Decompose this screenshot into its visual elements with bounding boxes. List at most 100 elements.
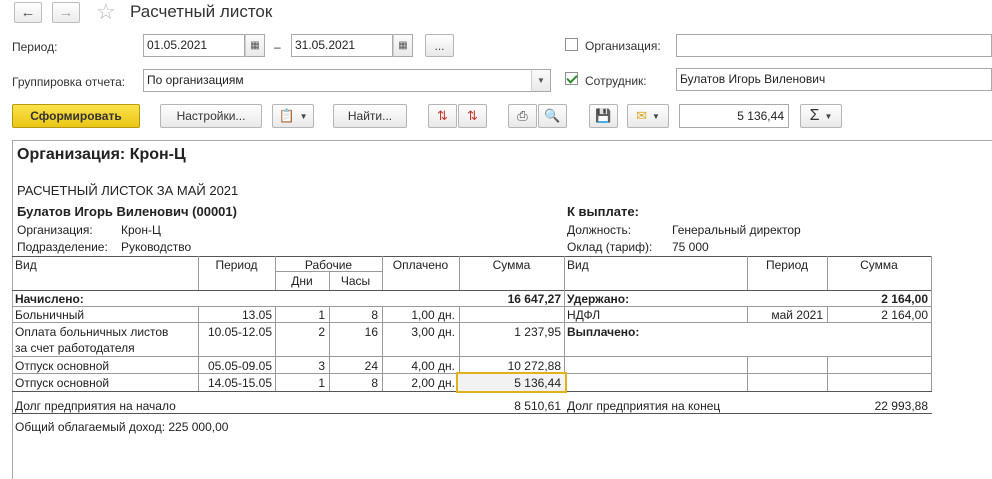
selection-sum-field: 5 136,44 (679, 104, 789, 128)
settings-button[interactable]: Настройки... (160, 104, 262, 128)
col-header-sum-right: Сумма (860, 258, 898, 272)
withheld-label: Удержано: (567, 292, 630, 306)
employee-checkbox[interactable] (565, 72, 578, 85)
info-position-label: Должность: (567, 223, 632, 237)
print-button[interactable]: ⎙ (508, 104, 537, 128)
info-position-value: Генеральный директор (672, 223, 801, 237)
sort-descending-button[interactable]: ⇅ (428, 104, 457, 128)
col-header-hours: Часы (340, 274, 371, 288)
send-email-button[interactable]: ✉ ▼ (627, 104, 669, 128)
calendar-icon: ▦ (398, 40, 408, 51)
period-from-calendar-button[interactable]: ▦ (245, 34, 265, 57)
print-preview-icon: 🔍 (544, 108, 561, 123)
withholding-kind: НДФЛ (567, 308, 601, 322)
clipboard-icon: 📋 (278, 108, 295, 123)
col-header-period-right: Период (765, 258, 809, 272)
debt-end-value: 22 993,88 (874, 399, 928, 413)
accrual-kind-line2: за счет работодателя (15, 341, 135, 355)
accrual-days: 1 (318, 308, 325, 322)
period-label: Период: (12, 40, 58, 54)
info-department-label: Подразделение: (17, 240, 108, 254)
envelope-icon: ✉ (636, 108, 647, 123)
arrow-right-icon: → (58, 4, 74, 21)
accrual-kind: Отпуск основной (15, 359, 110, 373)
accrual-hours: 24 (364, 359, 378, 373)
organization-checkbox[interactable] (565, 38, 578, 51)
employee-name: Булатов Игорь Виленович (00001) (17, 204, 237, 219)
accrual-hours: 16 (364, 325, 378, 339)
period-to-input[interactable]: 31.05.2021 (291, 34, 393, 57)
calendar-icon: ▦ (250, 40, 260, 51)
accrual-days: 3 (318, 359, 325, 373)
sum-mode-button[interactable]: Σ ▼ (800, 104, 842, 128)
generate-button[interactable]: Сформировать (12, 104, 140, 128)
preview-button[interactable]: 🔍 (538, 104, 567, 128)
grouping-select[interactable]: По организациям (143, 69, 532, 92)
col-header-working: Рабочие (304, 258, 353, 272)
employee-label: Сотрудник: (585, 74, 647, 88)
report-title: РАСЧЕТНЫЙ ЛИСТОК ЗА МАЙ 2021 (17, 183, 239, 198)
back-button[interactable]: ← (14, 2, 42, 23)
sigma-icon: Σ (809, 107, 820, 124)
accrual-sum: 5 136,44 (514, 376, 561, 390)
forward-button[interactable]: → (52, 2, 80, 23)
debt-start-label: Долг предприятия на начало (15, 399, 176, 413)
period-dash: – (274, 40, 281, 54)
arrow-left-icon: ← (20, 4, 36, 21)
accrual-period: 05.05-09.05 (207, 359, 272, 373)
accrued-total: 16 647,27 (507, 292, 561, 306)
accrued-label: Начислено: (15, 292, 84, 306)
accrual-period: 14.05-15.05 (207, 376, 272, 390)
accrual-kind: Больничный (15, 308, 85, 322)
col-header-sum: Сумма (492, 258, 531, 272)
col-header-kind: Вид (15, 258, 37, 272)
to-pay-label: К выплате: (567, 204, 639, 219)
col-header-period: Период (215, 258, 258, 272)
withholding-period: май 2021 (771, 308, 823, 322)
star-icon[interactable]: ☆ (96, 0, 116, 24)
col-divider (827, 356, 828, 391)
info-organization-value: Крон-Ц (121, 223, 161, 237)
col-header-kind-right: Вид (567, 258, 589, 272)
info-salary-value: 75 000 (672, 240, 709, 254)
accrual-paid: 3,00 дн. (411, 325, 455, 339)
save-button[interactable]: 💾 (589, 104, 618, 128)
debt-bottom-border (12, 413, 932, 414)
accrual-kind: Оплата больничных листов (15, 325, 169, 339)
period-to-calendar-button[interactable]: ▦ (393, 34, 413, 57)
period-select-button[interactable]: ... (425, 34, 454, 57)
info-organization-label: Организация: (17, 223, 93, 237)
accrual-paid: 4,00 дн. (411, 359, 455, 373)
report-organization-heading: Организация: Крон-Ц (17, 146, 186, 163)
row-divider (12, 322, 932, 323)
find-button[interactable]: Найти... (333, 104, 407, 128)
col-divider (564, 256, 565, 391)
grouping-dropdown-button[interactable]: ▼ (531, 69, 551, 92)
row-divider (12, 306, 932, 307)
accrual-sum: 10 272,88 (507, 359, 561, 373)
employee-input[interactable]: Булатов Игорь Виленович (676, 68, 992, 91)
accrual-paid: 1,00 дн. (411, 308, 455, 322)
row-divider (12, 356, 932, 357)
organization-label: Организация: (585, 39, 661, 53)
col-header-days: Дни (291, 274, 313, 288)
accrual-period: 13.05 (241, 308, 272, 322)
organization-input[interactable] (676, 34, 992, 57)
col-divider (931, 256, 932, 391)
info-salary-label: Оклад (тариф): (567, 240, 653, 254)
withholding-sum: 2 164,00 (881, 308, 928, 322)
accrual-kind: Отпуск основной (15, 376, 110, 390)
debt-end-label: Долг предприятия на конец (567, 399, 721, 413)
info-department-value: Руководство (121, 240, 192, 254)
accrual-days: 2 (318, 325, 325, 339)
period-from-input[interactable]: 01.05.2021 (143, 34, 245, 57)
printer-icon: ⎙ (517, 108, 528, 123)
accrual-hours: 8 (371, 308, 378, 322)
chevron-down-icon: ▼ (299, 111, 308, 121)
chevron-down-icon: ▼ (537, 76, 545, 85)
taxable-income: Общий облагаемый доход: 225 000,00 (15, 420, 229, 434)
table-top-border (12, 256, 932, 257)
variants-button[interactable]: 📋 ▼ (272, 104, 314, 128)
sort-ascending-button[interactable]: ⇅ (458, 104, 487, 128)
col-header-paid: Оплачено (392, 258, 449, 272)
